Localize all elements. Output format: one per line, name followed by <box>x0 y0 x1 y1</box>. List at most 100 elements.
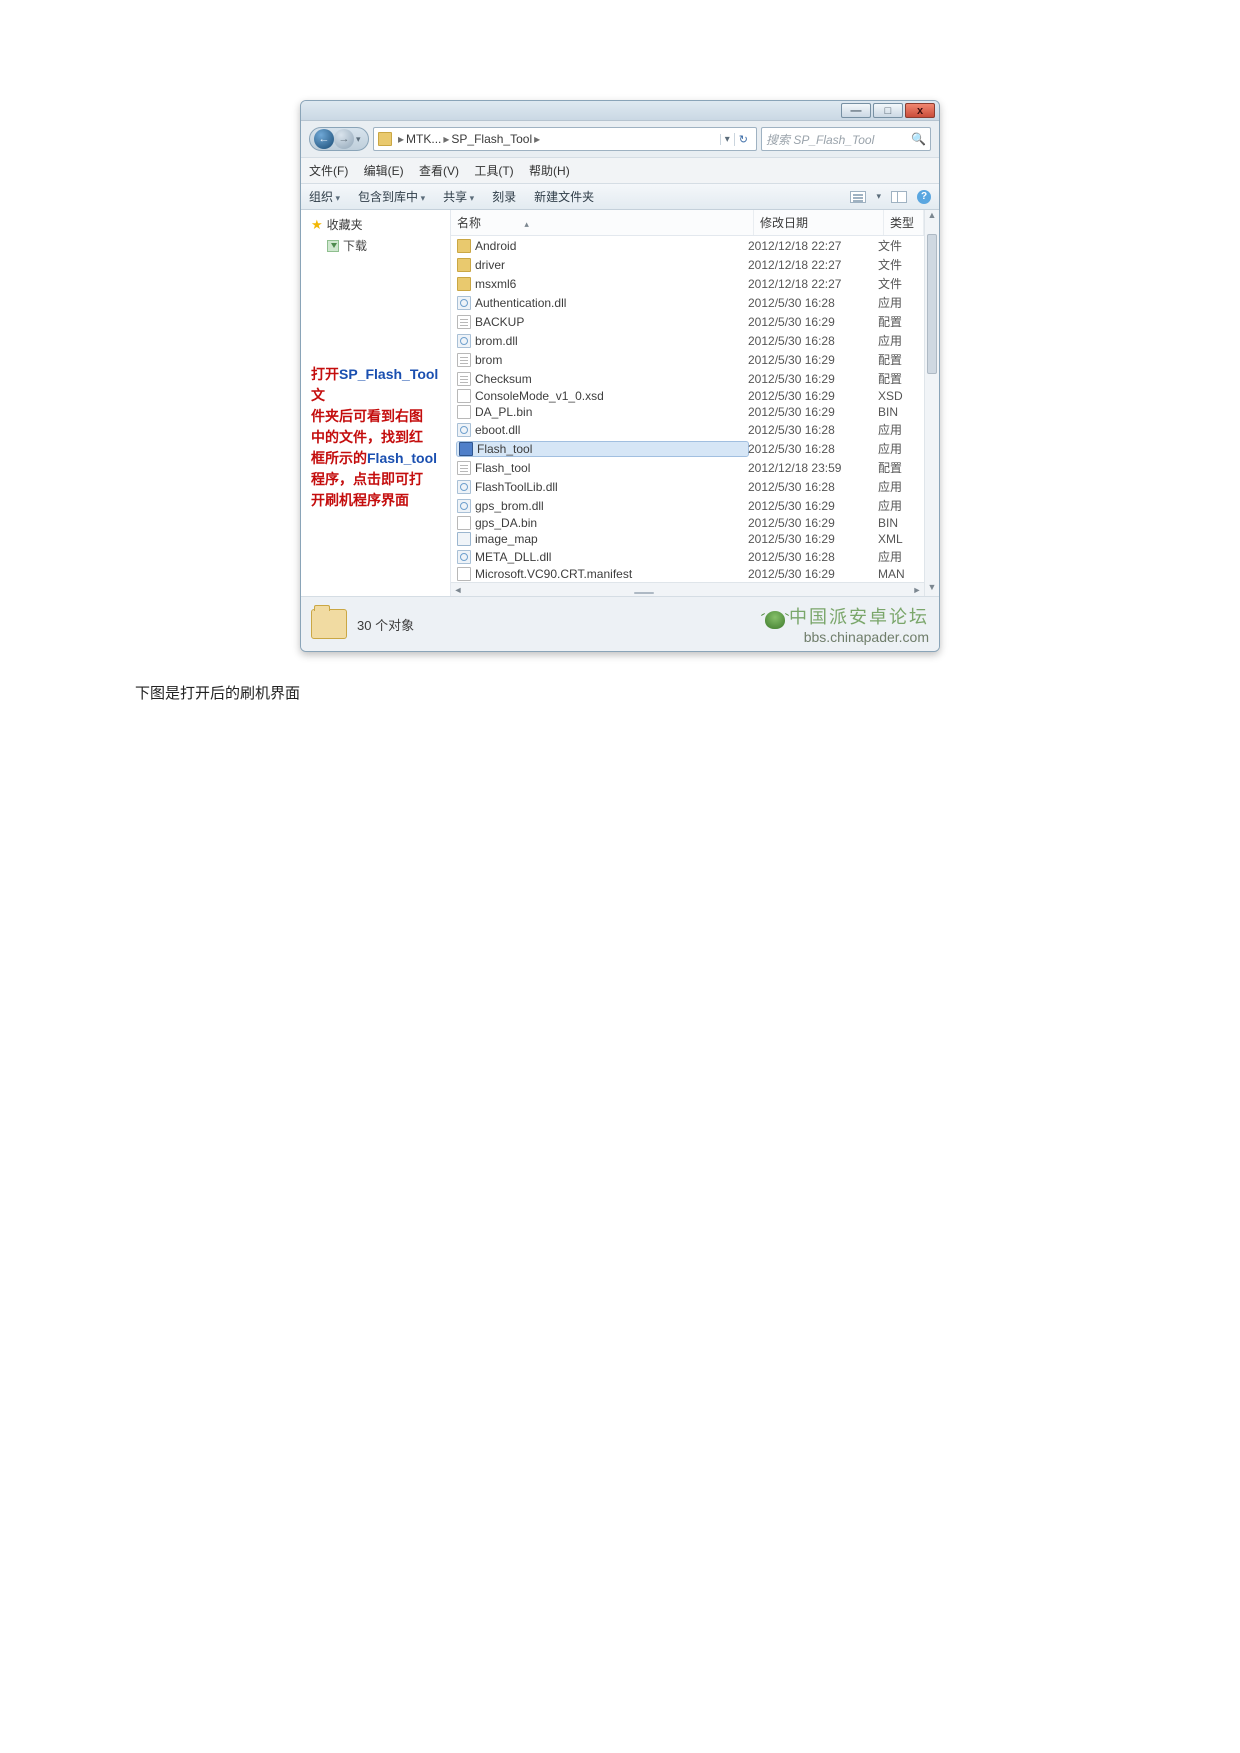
file-row[interactable]: Flash_tool2012/5/30 16:28应用 <box>451 439 924 458</box>
file-icon <box>457 423 471 437</box>
menu-view[interactable]: 查看(V) <box>419 164 459 178</box>
share-button[interactable]: 共享 <box>443 188 474 205</box>
file-type: 文件 <box>878 237 918 254</box>
search-icon[interactable]: 🔍 <box>911 132 926 146</box>
downloads-item[interactable]: 下载 <box>327 237 450 254</box>
file-name: gps_DA.bin <box>475 516 537 530</box>
menu-tools[interactable]: 工具(T) <box>474 164 513 178</box>
scroll-left-arrow[interactable]: ◄ <box>451 585 465 595</box>
address-dropdown[interactable]: ▾ <box>720 134 734 145</box>
file-row[interactable]: Microsoft.VC90.CRT.manifest 2012/5/30 16:… <box>451 566 924 582</box>
file-row[interactable]: FlashToolLib.dll2012/5/30 16:28应用 <box>451 477 924 496</box>
view-mode-button[interactable] <box>850 191 866 203</box>
file-row[interactable]: gps_DA.bin 2012/5/30 16:29BIN <box>451 515 924 531</box>
burn-button[interactable]: 刻录 <box>492 188 516 205</box>
menu-help[interactable]: 帮助(H) <box>529 164 570 178</box>
h-scroll-thumb[interactable] <box>634 592 654 594</box>
help-icon[interactable]: ? <box>917 190 931 204</box>
file-name: ConsoleMode_v1_0.xsd <box>475 389 604 403</box>
menu-edit[interactable]: 编辑(E) <box>364 164 404 178</box>
v-scroll-thumb[interactable] <box>927 234 937 374</box>
file-type: 应用 <box>878 332 918 349</box>
explorer-window: — □ x ← → ▾ ▸ MTK... ▸ SP_Flash_Tool ▸ ▾… <box>300 100 940 652</box>
maximize-button[interactable]: □ <box>873 103 903 118</box>
file-type: 应用 <box>878 497 918 514</box>
close-button[interactable]: x <box>905 103 935 118</box>
folder-icon <box>311 609 347 639</box>
col-date[interactable]: 修改日期 <box>754 210 884 235</box>
breadcrumb-seg-2[interactable]: SP_Flash_Tool <box>451 132 532 146</box>
object-count: 30 个对象 <box>357 615 414 634</box>
menu-file[interactable]: 文件(F) <box>309 164 348 178</box>
file-row[interactable]: msxml62012/12/18 22:27文件 <box>451 274 924 293</box>
file-row[interactable]: eboot.dll2012/5/30 16:28应用 <box>451 420 924 439</box>
file-type: 配置 <box>878 351 918 368</box>
scroll-up-arrow[interactable]: ▲ <box>925 210 939 224</box>
new-folder-button[interactable]: 新建文件夹 <box>534 188 594 205</box>
file-row[interactable]: ConsoleMode_v1_0.xsd2012/5/30 16:29XSD <box>451 388 924 404</box>
h-scrollbar[interactable]: ◄ ► <box>451 582 924 596</box>
v-scrollbar[interactable]: ▲ ▼ <box>924 210 939 596</box>
file-type: XML <box>878 532 918 546</box>
file-name: Microsoft.VC90.CRT.manifest <box>475 567 632 581</box>
search-input[interactable]: 搜索 SP_Flash_Tool 🔍 <box>761 127 931 151</box>
scroll-right-arrow[interactable]: ► <box>910 585 924 595</box>
file-icon <box>457 258 471 272</box>
breadcrumb-seg-1[interactable]: MTK... <box>406 132 441 146</box>
file-icon <box>457 516 471 530</box>
star-icon: ★ <box>311 217 323 233</box>
file-row[interactable]: gps_brom.dll2012/5/30 16:29应用 <box>451 496 924 515</box>
file-row[interactable]: driver2012/12/18 22:27文件 <box>451 255 924 274</box>
file-icon <box>457 277 471 291</box>
minimize-button[interactable]: — <box>841 103 871 118</box>
col-type[interactable]: 类型 <box>884 210 924 235</box>
file-date: 2012/5/30 16:28 <box>748 442 878 456</box>
file-row[interactable]: brom2012/5/30 16:29配置 <box>451 350 924 369</box>
file-name: DA_PL.bin <box>475 405 532 419</box>
file-row[interactable]: DA_PL.bin2012/5/30 16:29BIN <box>451 404 924 420</box>
file-name: Checksum <box>475 372 532 386</box>
file-date: 2012/5/30 16:29 <box>748 405 878 419</box>
file-name: eboot.dll <box>475 423 520 437</box>
favorites-header[interactable]: ★ 收藏夹 <box>311 216 450 233</box>
watermark-en: bbs.chinapader.com <box>765 629 929 645</box>
address-bar[interactable]: ▸ MTK... ▸ SP_Flash_Tool ▸ ▾ ↻ <box>373 127 757 151</box>
file-icon <box>457 567 471 581</box>
file-date: 2012/5/30 16:29 <box>748 567 878 581</box>
file-row[interactable]: image_map2012/5/30 16:29XML <box>451 531 924 547</box>
file-date: 2012/5/30 16:29 <box>748 516 878 530</box>
body: ★ 收藏夹 下载 打开SP_Flash_Tool文 件夹后可看到右图 中的文件，… <box>301 210 939 596</box>
file-type: BIN <box>878 516 918 530</box>
col-name[interactable]: 名称 ▴ <box>451 210 754 235</box>
breadcrumb-sep: ▸ <box>534 132 540 146</box>
refresh-button[interactable]: ↻ <box>734 133 752 146</box>
scroll-down-arrow[interactable]: ▼ <box>925 582 939 596</box>
v-scroll-track[interactable] <box>925 224 939 582</box>
forward-button[interactable]: → <box>334 129 354 149</box>
file-row[interactable]: META_DLL.dll2012/5/30 16:28应用 <box>451 547 924 566</box>
favorites-label: 收藏夹 <box>327 216 363 233</box>
file-row[interactable]: Flash_tool2012/12/18 23:59配置 <box>451 458 924 477</box>
file-name: brom.dll <box>475 334 518 348</box>
file-row[interactable]: Authentication.dll2012/5/30 16:28应用 <box>451 293 924 312</box>
file-name: Flash_tool <box>475 461 530 475</box>
watermark-cn: 中国派安卓论坛 <box>789 607 929 627</box>
back-button[interactable]: ← <box>314 129 334 149</box>
preview-pane-button[interactable] <box>891 191 907 203</box>
file-icon <box>457 550 471 564</box>
file-row[interactable]: Checksum2012/5/30 16:29配置 <box>451 369 924 388</box>
view-mode-dropdown[interactable]: ▾ <box>876 191 881 202</box>
nav-history-dropdown[interactable]: ▾ <box>354 134 364 145</box>
file-date: 2012/12/18 22:27 <box>748 239 878 253</box>
file-icon <box>457 499 471 513</box>
include-in-library-button[interactable]: 包含到库中 <box>358 188 425 205</box>
file-name: META_DLL.dll <box>475 550 551 564</box>
file-row[interactable]: Android2012/12/18 22:27文件 <box>451 236 924 255</box>
file-row[interactable]: brom.dll2012/5/30 16:28应用 <box>451 331 924 350</box>
file-icon <box>457 461 471 475</box>
watermark: 中国派安卓论坛 bbs.chinapader.com <box>765 603 929 645</box>
file-row[interactable]: BACKUP2012/5/30 16:29配置 <box>451 312 924 331</box>
organize-button[interactable]: 组织 <box>309 188 340 205</box>
file-date: 2012/12/18 22:27 <box>748 258 878 272</box>
file-name: msxml6 <box>475 277 516 291</box>
